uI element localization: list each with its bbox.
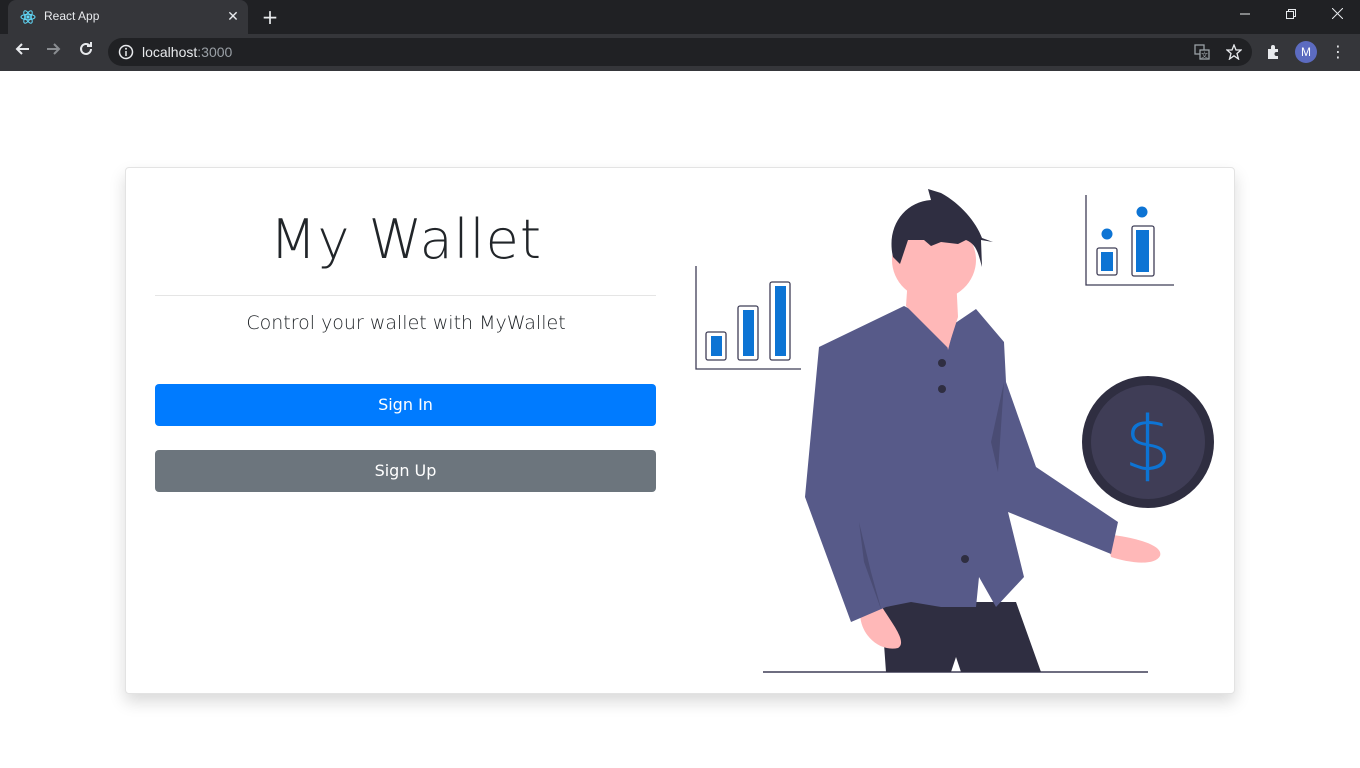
left-bar-chart-graphic [695, 266, 801, 370]
man-with-finances-illustration: $ [695, 189, 1214, 673]
dollar-sign: $ [1124, 399, 1172, 488]
new-tab-button[interactable]: + [260, 7, 280, 27]
sign-up-button[interactable]: Sign Up [155, 450, 656, 492]
react-logo-icon [20, 10, 36, 24]
svg-text:文: 文 [1201, 51, 1208, 60]
bookmark-star-icon[interactable] [1226, 44, 1242, 60]
minimize-button[interactable] [1222, 0, 1268, 30]
address-bar[interactable]: localhost:3000 文 [108, 38, 1252, 66]
forward-button[interactable] [42, 40, 66, 64]
url-host: localhost [142, 44, 198, 60]
extensions-icon[interactable] [1264, 42, 1284, 62]
reload-icon [80, 42, 92, 55]
page-title: My Wallet [269, 208, 543, 271]
browser-tab-strip: React App ✕ + [0, 0, 1360, 34]
forward-arrow-icon [47, 43, 61, 55]
reload-button[interactable] [74, 40, 98, 64]
sign-in-button[interactable]: Sign In [155, 384, 656, 426]
tab-close-icon[interactable]: ✕ [224, 8, 242, 26]
page-subtitle: Control your wallet with MyWallet [246, 312, 566, 334]
translate-icon[interactable]: 文 [1194, 44, 1210, 60]
browser-toolbar: localhost:3000 文 M ⋮ [0, 34, 1360, 71]
url-text[interactable]: localhost:3000 [142, 44, 232, 60]
restore-button[interactable] [1268, 0, 1314, 30]
restore-icon [1286, 9, 1296, 19]
minimize-icon [1240, 13, 1250, 15]
close-window-button[interactable] [1314, 0, 1360, 30]
profile-avatar[interactable]: M [1295, 41, 1317, 63]
back-button[interactable] [10, 40, 34, 64]
back-arrow-icon [15, 43, 29, 55]
close-icon [1331, 7, 1343, 20]
url-port: :3000 [197, 44, 233, 60]
info-icon[interactable] [118, 44, 134, 60]
tab-title: React App [44, 9, 100, 23]
browser-tab[interactable]: React App ✕ [8, 0, 248, 34]
browser-menu-icon[interactable]: ⋮ [1330, 40, 1346, 64]
title-divider [155, 295, 656, 296]
dollar-coin-graphic: $ [1082, 376, 1214, 508]
right-bar-chart-graphic [1085, 195, 1174, 286]
welcome-card: My Wallet Control your wallet with MyWal… [125, 167, 1235, 694]
